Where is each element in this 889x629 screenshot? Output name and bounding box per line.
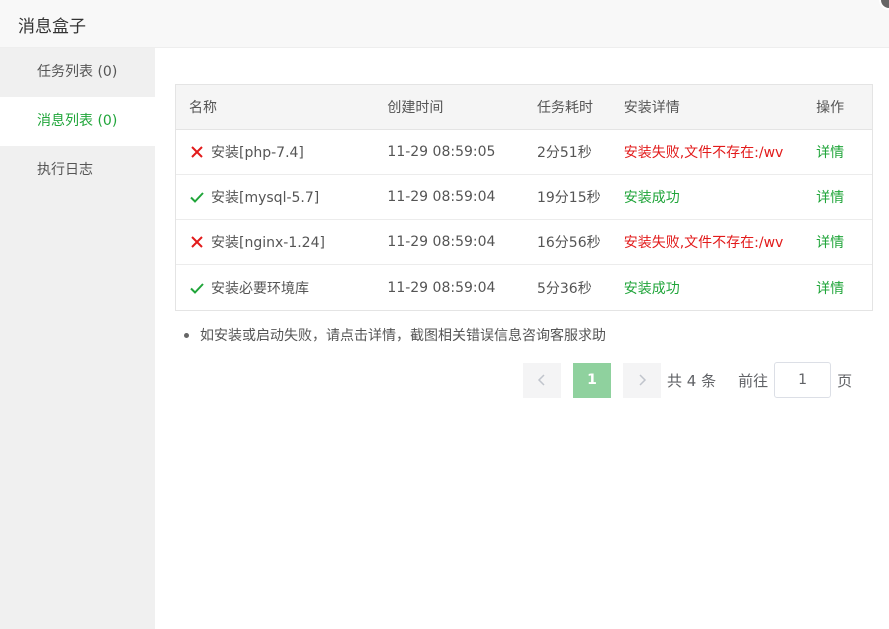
message-box-dialog: 消息盒子 任务列表 (0) 消息列表 (0) 执行日志 名称 创建时间 任务耗时… [0, 0, 889, 629]
column-header-detail: 安装详情 [623, 100, 680, 116]
detail-link[interactable]: 详情 [816, 278, 872, 298]
chevron-left-icon [537, 374, 545, 386]
dialog-title: 消息盒子 [18, 17, 86, 37]
table-row: 安装必要环境库 11-29 08:59:04 5分36秒 安装成功 详情 [176, 265, 872, 310]
detail-link[interactable]: 详情 [816, 232, 872, 252]
table-row: 安装[php-7.4] 11-29 08:59:05 2分51秒 安装失败,文件… [176, 130, 872, 175]
dialog-header: 消息盒子 [0, 0, 889, 48]
x-icon [191, 146, 203, 158]
bullet-icon [184, 332, 189, 338]
chevron-right-icon [639, 374, 647, 386]
row-name-cell: 安装[php-7.4] [176, 142, 387, 162]
total-count: 共 4 条 [667, 371, 717, 390]
row-detail: 安装失败,文件不存在:/wv [623, 145, 784, 161]
next-page-button[interactable] [623, 362, 661, 398]
main-content: 名称 创建时间 任务耗时 安装详情 操作 安装[php-7.4] 11-29 0… [175, 84, 873, 398]
row-detail: 安装成功 [623, 280, 680, 297]
row-created: 11-29 08:59:04 [387, 234, 496, 250]
prev-page-button[interactable] [523, 362, 561, 398]
row-duration: 16分56秒 [536, 235, 601, 251]
row-name-cell: 安装必要环境库 [176, 278, 387, 298]
sidebar-item-message-list[interactable]: 消息列表 (0) [0, 97, 155, 146]
detail-link[interactable]: 详情 [816, 142, 872, 162]
row-created: 11-29 08:59:04 [387, 189, 496, 205]
sidebar-item-task-list[interactable]: 任务列表 (0) [0, 48, 155, 97]
row-name: 安装[php-7.4] [211, 145, 304, 161]
row-name: 安装[mysql-5.7] [211, 190, 320, 206]
row-detail: 安装失败,文件不存在:/wv [623, 235, 784, 251]
row-name: 安装[nginx-1.24] [211, 235, 325, 251]
row-duration: 2分51秒 [536, 145, 592, 161]
column-header-name: 名称 [189, 100, 217, 116]
detail-link[interactable]: 详情 [816, 187, 872, 207]
sidebar-item-exec-log[interactable]: 执行日志 [0, 146, 155, 195]
check-icon [190, 192, 204, 203]
x-icon [191, 236, 203, 248]
row-name: 安装必要环境库 [211, 280, 309, 297]
row-created: 11-29 08:59:04 [387, 279, 496, 296]
row-name-cell: 安装[mysql-5.7] [176, 187, 387, 207]
column-header-created: 创建时间 [387, 100, 444, 116]
help-tip-text: 如安装或启动失败，请点击详情，截图相关错误信息咨询客服求助 [200, 328, 606, 344]
page-suffix: 页 [837, 371, 853, 390]
row-name-cell: 安装[nginx-1.24] [176, 232, 387, 252]
help-tip: 如安装或启动失败，请点击详情，截图相关错误信息咨询客服求助 [175, 325, 873, 345]
sidebar: 任务列表 (0) 消息列表 (0) 执行日志 [0, 48, 155, 629]
row-created: 11-29 08:59:05 [387, 144, 496, 160]
page-number-button[interactable]: 1 [573, 362, 611, 398]
table-row: 安装[nginx-1.24] 11-29 08:59:04 16分56秒 安装失… [176, 220, 872, 265]
message-table: 名称 创建时间 任务耗时 安装详情 操作 安装[php-7.4] 11-29 0… [175, 84, 873, 311]
goto-label: 前往 [738, 371, 769, 390]
table-header: 名称 创建时间 任务耗时 安装详情 操作 [176, 85, 872, 130]
close-button[interactable] [879, 0, 889, 10]
row-detail: 安装成功 [623, 190, 680, 206]
table-row: 安装[mysql-5.7] 11-29 08:59:04 19分15秒 安装成功… [176, 175, 872, 220]
column-header-duration: 任务耗时 [536, 100, 593, 116]
column-header-action: 操作 [816, 100, 845, 116]
check-icon [190, 282, 204, 294]
goto-page-input[interactable] [774, 362, 832, 398]
row-duration: 5分36秒 [536, 280, 592, 297]
row-duration: 19分15秒 [536, 190, 601, 206]
pagination: 1 共 4 条 前往 页 [523, 362, 852, 398]
